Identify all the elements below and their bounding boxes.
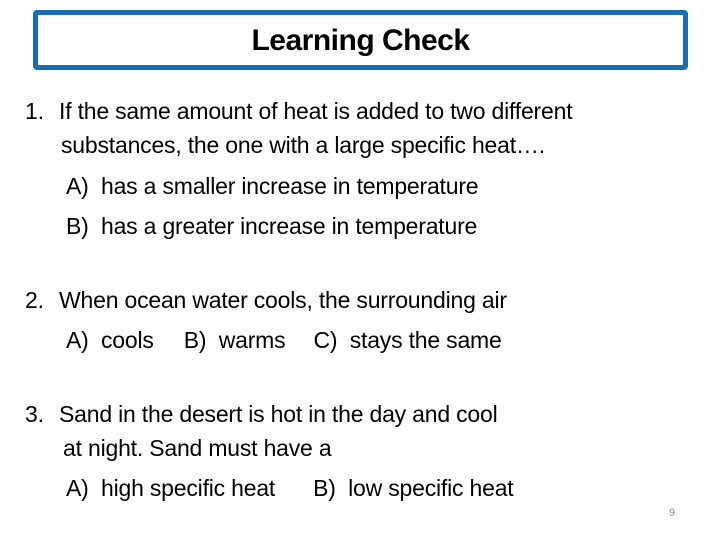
- slide-title: Learning Check: [251, 24, 470, 57]
- option-1b: B) has a greater increase in temperature: [66, 213, 477, 240]
- question-text: If the same amount of heat is added to t…: [59, 98, 573, 124]
- question-3-line-2: at night. Sand must have a: [63, 435, 332, 461]
- option-3a: A) high specific heat: [66, 475, 275, 501]
- option-label: A): [66, 475, 89, 501]
- option-label: C): [313, 327, 338, 353]
- option-text: has a greater increase in temperature: [101, 213, 478, 239]
- option-text: high specific heat: [101, 475, 276, 501]
- question-text: When ocean water cools, the surrounding …: [59, 287, 507, 313]
- question-text: Sand in the desert is hot in the day and…: [59, 401, 498, 427]
- question-3: 3. Sand in the desert is hot in the day a…: [25, 401, 498, 428]
- page-number: 9: [668, 507, 675, 519]
- option-text: cools: [101, 327, 154, 353]
- question-number: 2.: [25, 287, 44, 313]
- question-1: 1. If the same amount of heat is added to…: [25, 98, 573, 125]
- option-label: A): [66, 327, 89, 353]
- options-2: A) cools B) warms C) stays the same: [66, 327, 502, 354]
- title-box: Learning Check: [33, 10, 688, 70]
- option-text: low specific heat: [348, 475, 514, 501]
- option-2c: C) stays the same: [313, 327, 501, 353]
- option-label: B): [313, 475, 336, 501]
- question-number: 3.: [25, 401, 44, 427]
- question-1-line-2: substances, the one with a large specifi…: [61, 132, 545, 158]
- option-label: B): [183, 327, 207, 353]
- option-3b: B) low specific heat: [313, 475, 514, 501]
- options-3: A) high specific heat B) low specific hea…: [66, 475, 514, 502]
- option-label: B): [66, 213, 89, 239]
- option-2b: B) warms: [184, 327, 286, 353]
- question-2: 2. When ocean water cools, the surroundin…: [25, 287, 507, 314]
- option-text: stays the same: [349, 327, 502, 353]
- option-text: warms: [218, 327, 286, 353]
- question-number: 1.: [25, 98, 44, 124]
- option-2a: A) cools: [66, 327, 154, 353]
- option-label: A): [66, 173, 89, 199]
- option-1a: A) has a smaller increase in temperature: [66, 173, 479, 200]
- option-text: has a smaller increase in temperature: [101, 173, 479, 199]
